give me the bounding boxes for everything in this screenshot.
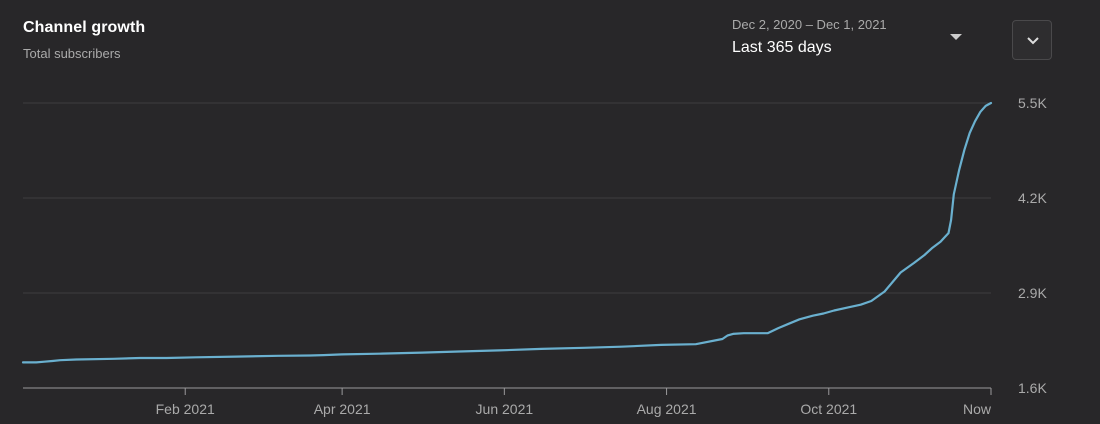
x-tick-label: Now <box>963 401 992 417</box>
y-tick-label: 1.6K <box>1018 380 1047 396</box>
channel-growth-card: Channel growth Total subscribers Dec 2, … <box>0 0 1100 424</box>
y-tick-label: 2.9K <box>1018 285 1047 301</box>
x-tick-label: Oct 2021 <box>800 401 857 417</box>
x-tick-label: Apr 2021 <box>314 401 371 417</box>
y-tick-label: 4.2K <box>1018 190 1047 206</box>
x-tick-label: Jun 2021 <box>476 401 534 417</box>
x-tick-label: Aug 2021 <box>637 401 697 417</box>
line-chart: 5.5K 4.2K 2.9K 1.6K Feb 2021 Apr 2021 Jun 2021… <box>21 95 1047 417</box>
series-line <box>21 101 993 364</box>
y-tick-label: 5.5K <box>1018 95 1047 111</box>
x-tick-label: Feb 2021 <box>156 401 215 417</box>
